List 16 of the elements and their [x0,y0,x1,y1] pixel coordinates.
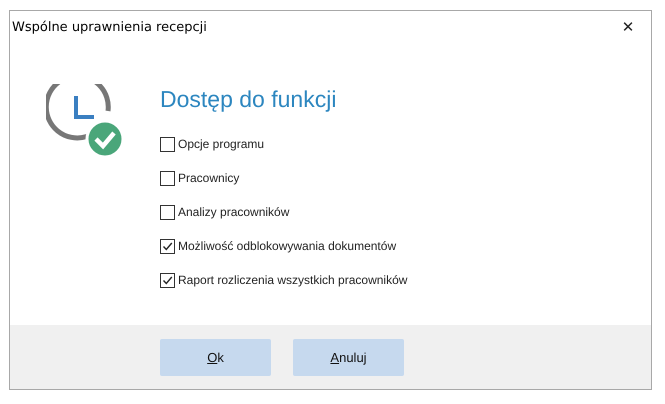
checkbox[interactable] [160,272,175,288]
checkbox[interactable] [160,136,175,152]
ok-button[interactable]: Ok [160,338,271,376]
window-title: Wspólne uprawnienia recepcji [12,20,207,34]
close-button[interactable]: ✕ [605,11,651,43]
checkbox[interactable] [160,204,175,220]
cancel-button[interactable]: Anuluj [293,338,404,376]
checkbox[interactable] [160,170,175,186]
clock-check-icon [46,84,124,158]
section-heading: Dostęp do funkcji [160,86,338,113]
checkbox-label: Raport rozliczenia wszystkich pracowników [178,273,408,287]
checkbox-label: Analizy pracowników [178,205,290,219]
checkbox-label: Pracownicy [178,171,240,185]
checkbox-label: Możliwość odblokowywania dokumentów [178,239,396,253]
checkbox[interactable] [160,238,175,254]
checkbox-label: Opcje programu [178,137,264,151]
